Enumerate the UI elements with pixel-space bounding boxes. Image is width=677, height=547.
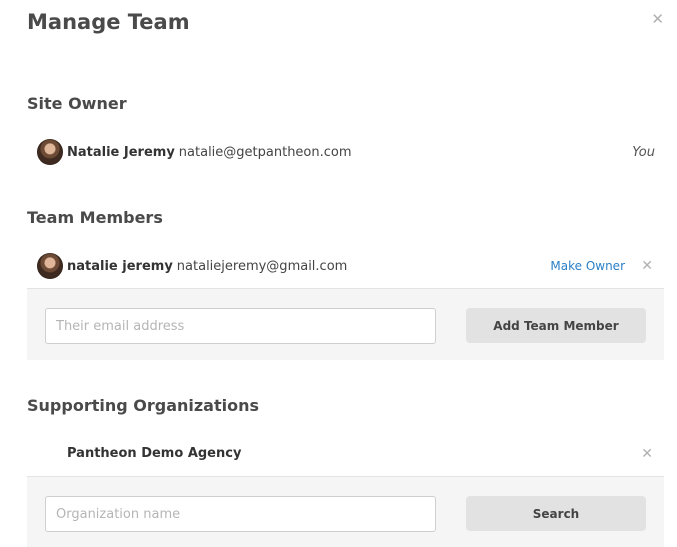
member-email: nataliejeremy@gmail.com [176,258,348,274]
organization-name: Pantheon Demo Agency [67,446,242,461]
remove-organization-icon[interactable]: ✕ [641,446,653,462]
member-email-input[interactable] [45,308,436,344]
team-member-row: natalie jeremy nataliejeremy@gmail.com M… [27,243,664,289]
site-owner-heading: Site Owner [27,94,127,113]
manage-team-modal: Manage Team ✕ Site Owner Natalie Jeremy … [0,0,677,547]
close-icon[interactable]: ✕ [651,12,664,27]
team-members-heading: Team Members [27,208,163,227]
add-member-panel: Add Team Member [27,288,664,360]
you-label: You [632,144,655,160]
remove-member-icon[interactable]: ✕ [641,258,653,274]
add-team-member-button[interactable]: Add Team Member [466,308,646,343]
search-button[interactable]: Search [466,496,646,531]
modal-title: Manage Team [27,10,190,34]
org-search-panel: Search [27,476,664,547]
make-owner-link[interactable]: Make Owner [550,259,625,273]
supporting-orgs-heading: Supporting Organizations [27,396,260,415]
site-owner-row: Natalie Jeremy natalie@getpantheon.com Y… [27,129,664,175]
organization-name-input[interactable] [45,496,436,532]
avatar [37,139,63,165]
avatar [37,253,63,279]
member-name: natalie jeremy [67,258,173,274]
owner-email: natalie@getpantheon.com [178,144,352,160]
owner-name: Natalie Jeremy [67,144,175,160]
